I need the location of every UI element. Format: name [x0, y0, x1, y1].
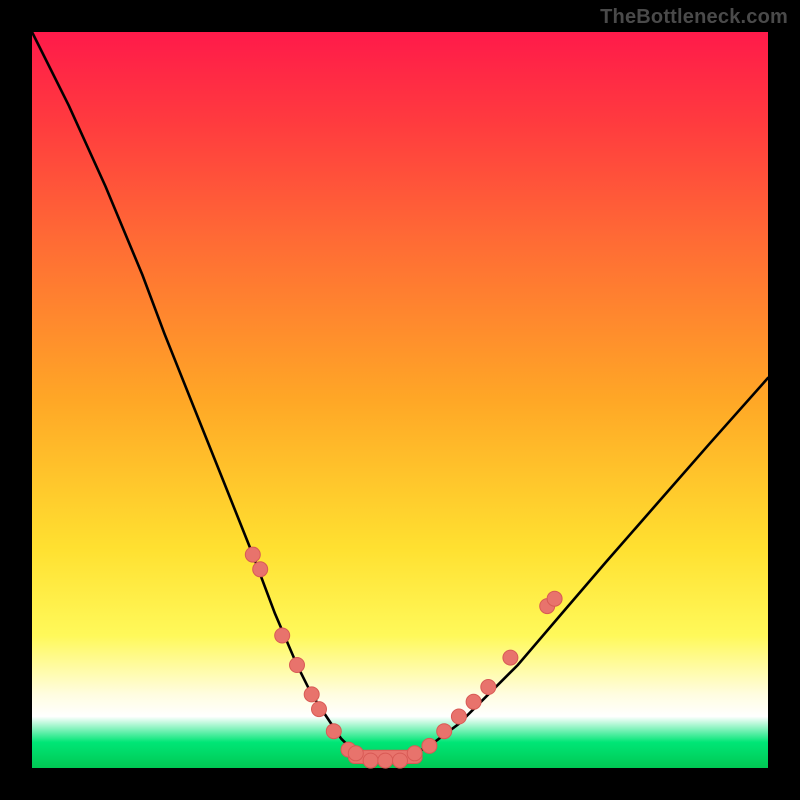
bottleneck-curve	[32, 32, 768, 761]
chart-overlay	[32, 32, 768, 768]
data-marker	[326, 724, 341, 739]
data-marker	[503, 650, 518, 665]
data-marker	[547, 591, 562, 606]
data-marker	[407, 746, 422, 761]
data-marker	[378, 753, 393, 768]
data-marker	[245, 547, 260, 562]
data-marker	[466, 694, 481, 709]
data-marker	[275, 628, 290, 643]
data-marker	[422, 738, 437, 753]
watermark-text: TheBottleneck.com	[600, 6, 788, 29]
data-marker	[363, 753, 378, 768]
data-marker	[393, 753, 408, 768]
data-marker	[348, 746, 363, 761]
data-marker	[304, 687, 319, 702]
data-marker	[290, 658, 305, 673]
data-marker	[437, 724, 452, 739]
data-marker	[312, 702, 327, 717]
data-marker	[481, 680, 496, 695]
data-marker	[451, 709, 466, 724]
outer-frame: TheBottleneck.com	[0, 0, 800, 800]
data-marker	[253, 562, 268, 577]
